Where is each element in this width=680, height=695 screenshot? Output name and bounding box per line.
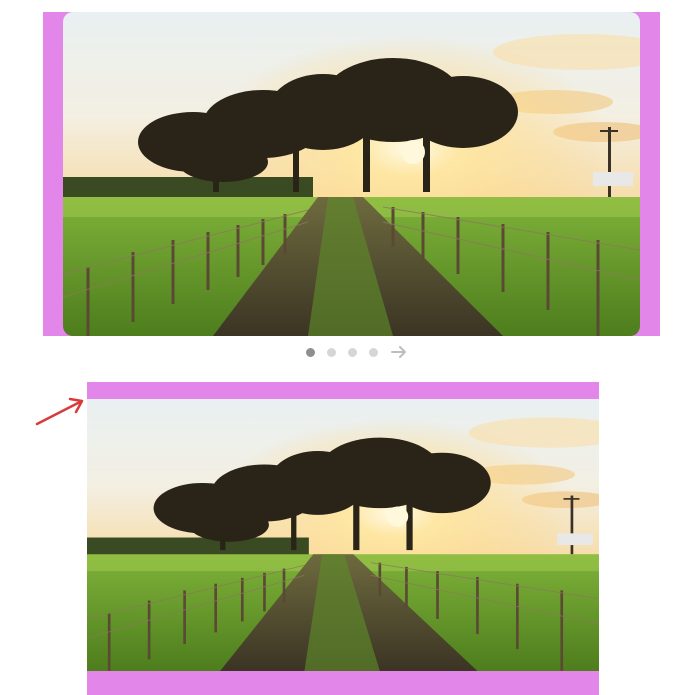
carousel-bottom-slide-image[interactable] [87, 399, 599, 671]
pagination-dot-3[interactable] [348, 347, 357, 357]
page [0, 0, 680, 695]
landscape-photo [63, 12, 640, 336]
carousel-top [43, 12, 660, 336]
annotation-arrow [34, 394, 88, 428]
carousel-top-slide-image[interactable] [63, 12, 640, 336]
landscape-photo [87, 399, 599, 671]
arrow-right-icon [391, 346, 406, 358]
pagination-dot-1[interactable] [306, 347, 315, 357]
pagination-next-button[interactable] [390, 343, 408, 361]
carousel-pagination [306, 342, 408, 362]
pagination-dot-2[interactable] [327, 347, 336, 357]
pagination-dot-4[interactable] [369, 347, 378, 357]
carousel-bottom [87, 382, 599, 695]
red-arrow-icon [35, 397, 84, 426]
